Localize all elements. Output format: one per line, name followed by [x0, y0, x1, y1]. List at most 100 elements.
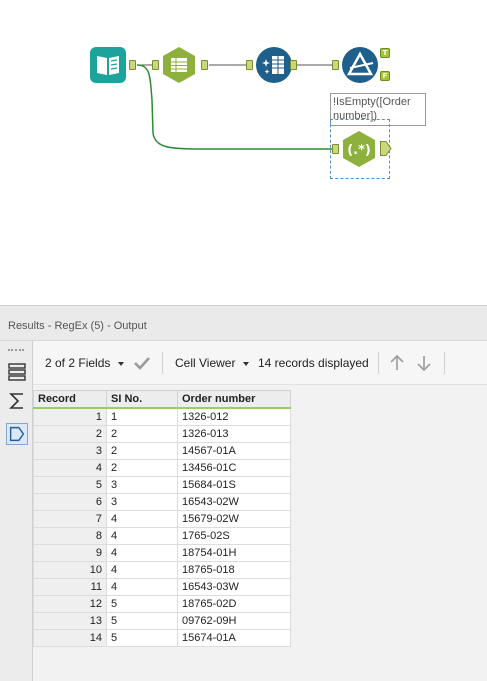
- select-output-anchor[interactable]: [201, 60, 208, 70]
- results-grid-area: Record SI No. Order number 1 1 1326-012 2 2 1…: [33, 385, 487, 681]
- order-number-cell[interactable]: 18765-02D: [177, 595, 291, 613]
- order-number-cell[interactable]: 15674-01A: [177, 629, 291, 647]
- table-row[interactable]: 1 1 1326-012: [33, 407, 291, 426]
- table-row[interactable]: 4 2 13456-01C: [33, 459, 291, 477]
- regex-tool[interactable]: (.*): [340, 130, 378, 168]
- cell-viewer-dropdown[interactable]: Cell Viewer: [175, 356, 235, 370]
- order-number-cell[interactable]: 18754-01H: [177, 544, 291, 562]
- select-input-anchor[interactable]: [152, 60, 159, 70]
- record-cell[interactable]: 11: [33, 578, 107, 596]
- cell-viewer-caret-icon[interactable]: [243, 362, 249, 366]
- table-row[interactable]: 8 4 1765-02S: [33, 527, 291, 545]
- arrow-up-icon[interactable]: [388, 354, 406, 372]
- book-icon: [90, 47, 126, 83]
- apply-checkmark-icon[interactable]: [133, 354, 151, 372]
- record-cell[interactable]: 2: [33, 425, 107, 443]
- record-cell[interactable]: 8: [33, 527, 107, 545]
- si-no-cell[interactable]: 2: [106, 459, 178, 477]
- column-header-order-number[interactable]: Order number: [177, 390, 291, 409]
- order-number-cell[interactable]: 16543-02W: [177, 493, 291, 511]
- si-no-cell[interactable]: 4: [106, 527, 178, 545]
- output-anchor-icon: [9, 426, 25, 442]
- record-cell[interactable]: 3: [33, 442, 107, 460]
- record-cell[interactable]: 13: [33, 612, 107, 630]
- record-cell[interactable]: 6: [33, 493, 107, 511]
- input-data-tool[interactable]: [89, 46, 127, 84]
- si-no-cell[interactable]: 4: [106, 544, 178, 562]
- table-row[interactable]: 14 5 15674-01A: [33, 629, 291, 647]
- results-header: Results - RegEx (5) - Output: [0, 306, 487, 341]
- si-no-cell[interactable]: 2: [106, 425, 178, 443]
- table-row[interactable]: 10 4 18765-018: [33, 561, 291, 579]
- table-row[interactable]: 2 2 1326-013: [33, 425, 291, 443]
- results-toolbar: 2 of 2 Fields Cell Viewer 14 records dis…: [33, 341, 487, 385]
- table-row[interactable]: 7 4 15679-02W: [33, 510, 291, 528]
- table-row[interactable]: 9 4 18754-01H: [33, 544, 291, 562]
- fields-dropdown-caret-icon[interactable]: [118, 362, 124, 366]
- order-number-cell[interactable]: 1326-012: [177, 407, 291, 426]
- regex-output-anchor[interactable]: [380, 141, 392, 156]
- order-number-cell[interactable]: 13456-01C: [177, 459, 291, 477]
- si-no-cell[interactable]: 5: [106, 629, 178, 647]
- order-number-cell[interactable]: 1765-02S: [177, 527, 291, 545]
- regex-input-anchor[interactable]: [332, 144, 339, 154]
- record-cell[interactable]: 4: [33, 459, 107, 477]
- connection-lines: [136, 64, 332, 150]
- output-view-button[interactable]: [6, 423, 28, 445]
- si-no-cell[interactable]: 4: [106, 561, 178, 579]
- si-no-cell[interactable]: 2: [106, 442, 178, 460]
- transform-tool[interactable]: [255, 46, 293, 84]
- table-row[interactable]: 6 3 16543-02W: [33, 493, 291, 511]
- si-no-cell[interactable]: 4: [106, 578, 178, 596]
- records-count-text: 14 records displayed: [258, 356, 369, 370]
- column-header-si-no[interactable]: SI No.: [106, 390, 178, 409]
- arrow-down-icon[interactable]: [415, 354, 433, 372]
- regex-icon: (.*): [343, 131, 375, 167]
- table-row[interactable]: 13 5 09762-09H: [33, 612, 291, 630]
- column-header-record[interactable]: Record: [33, 390, 107, 409]
- order-number-cell[interactable]: 15679-02W: [177, 510, 291, 528]
- sparkle-table-icon: [256, 47, 292, 83]
- table-header-row: Record SI No. Order number: [33, 390, 291, 409]
- metadata-view-button[interactable]: [6, 390, 28, 412]
- fields-dropdown[interactable]: 2 of 2 Fields: [45, 356, 110, 370]
- delta-filter-icon: [342, 47, 378, 83]
- order-number-cell[interactable]: 16543-03W: [177, 578, 291, 596]
- filter-false-anchor[interactable]: F: [380, 71, 390, 81]
- input-output-anchor[interactable]: [129, 60, 136, 70]
- toolbar-divider: [162, 352, 163, 374]
- svg-text:(.*): (.*): [347, 143, 371, 158]
- order-number-cell[interactable]: 15684-01S: [177, 476, 291, 494]
- si-no-cell[interactable]: 3: [106, 493, 178, 511]
- workflow-canvas[interactable]: T F !IsEmpty([Order number]) (.*): [0, 0, 487, 305]
- filter-true-anchor[interactable]: T: [380, 48, 390, 58]
- order-number-cell[interactable]: 09762-09H: [177, 612, 291, 630]
- si-no-cell[interactable]: 5: [106, 595, 178, 613]
- select-tool[interactable]: [160, 46, 198, 84]
- transform-output-anchor[interactable]: [290, 60, 297, 70]
- si-no-cell[interactable]: 4: [106, 510, 178, 528]
- order-number-cell[interactable]: 18765-018: [177, 561, 291, 579]
- record-cell[interactable]: 14: [33, 629, 107, 647]
- order-number-cell[interactable]: 1326-013: [177, 425, 291, 443]
- record-cell[interactable]: 1: [33, 407, 107, 426]
- record-cell[interactable]: 7: [33, 510, 107, 528]
- filter-input-anchor[interactable]: [332, 60, 339, 70]
- record-cell[interactable]: 10: [33, 561, 107, 579]
- filter-tool[interactable]: [341, 46, 379, 84]
- si-no-cell[interactable]: 3: [106, 476, 178, 494]
- table-row[interactable]: 5 3 15684-01S: [33, 476, 291, 494]
- order-number-cell[interactable]: 14567-01A: [177, 442, 291, 460]
- table-view-button[interactable]: [6, 361, 28, 383]
- table-row[interactable]: 11 4 16543-03W: [33, 578, 291, 596]
- record-cell[interactable]: 5: [33, 476, 107, 494]
- rail-grip-handle[interactable]: [8, 349, 24, 353]
- si-no-cell[interactable]: 5: [106, 612, 178, 630]
- table-row[interactable]: 12 5 18765-02D: [33, 595, 291, 613]
- table-row[interactable]: 3 2 14567-01A: [33, 442, 291, 460]
- transform-input-anchor[interactable]: [246, 60, 253, 70]
- list-columns-icon: [163, 47, 195, 83]
- si-no-cell[interactable]: 1: [106, 407, 178, 426]
- record-cell[interactable]: 12: [33, 595, 107, 613]
- record-cell[interactable]: 9: [33, 544, 107, 562]
